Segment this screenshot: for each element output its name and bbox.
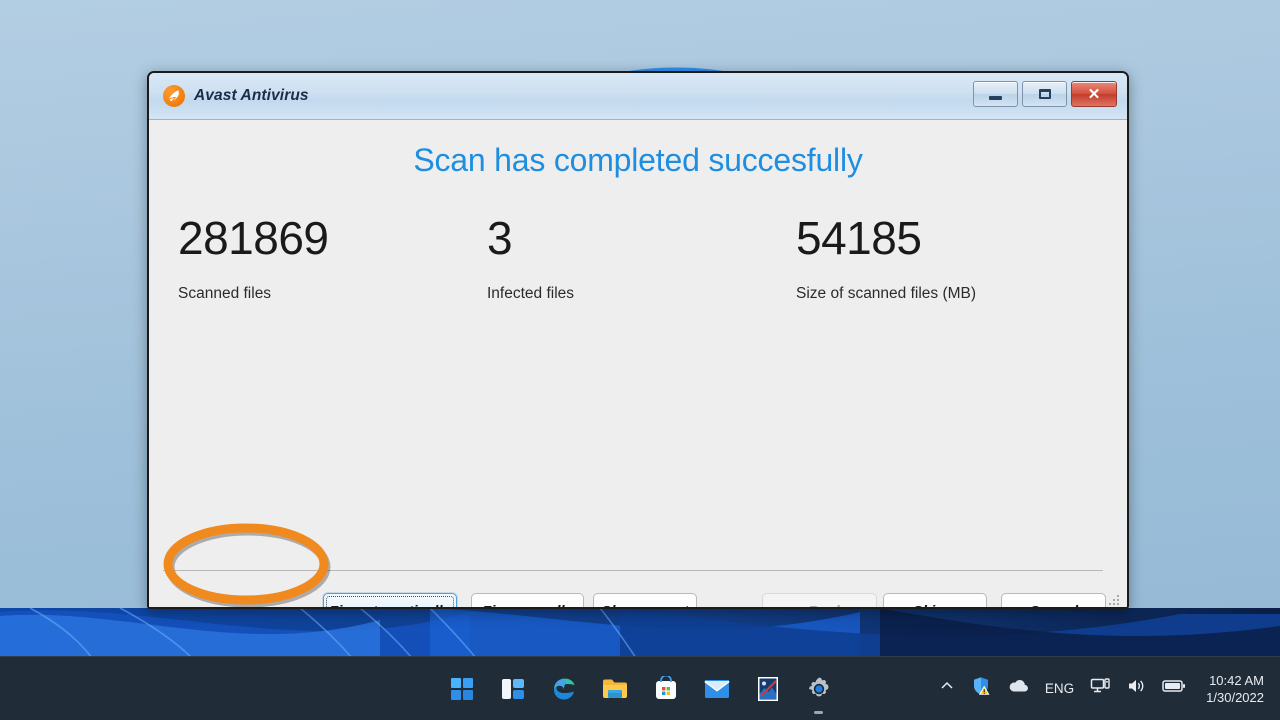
maximize-icon <box>1038 89 1051 99</box>
scan-statistics: 281869 Scanned files 3 Infected files 54… <box>149 215 1127 303</box>
window-controls: ✕ <box>973 81 1117 107</box>
button-label: Skip > <box>913 603 958 608</box>
taskbar-item-settings[interactable] <box>806 676 832 714</box>
focus-ring <box>326 596 454 607</box>
running-indicator <box>814 710 823 714</box>
stat-label: Scanned files <box>178 285 272 302</box>
dialog-content: Scan has completed succesfully 281869 Sc… <box>149 120 1127 608</box>
volume-icon <box>1126 677 1146 700</box>
volume-button[interactable] <box>1118 669 1154 709</box>
stat-label: Size of scanned files (MB) <box>796 285 977 302</box>
close-icon: ✕ <box>1087 85 1101 103</box>
dialog-button-row: Fix automatically Fix manually Show repo… <box>149 593 1127 608</box>
fix-automatically-button[interactable]: Fix automatically <box>323 593 457 607</box>
chevron-up-icon <box>939 678 955 699</box>
minimize-button[interactable] <box>973 81 1018 107</box>
stat-size-scanned: 54185 Size of scanned files (MB) <box>796 215 976 303</box>
dialog-title: Avast Antivirus <box>194 87 309 104</box>
footer-divider <box>163 570 1103 571</box>
settings-icon <box>806 676 832 702</box>
taskbar[interactable]: ENG 10:42 AM 1/30/2022 <box>0 656 1280 720</box>
windows-security-button[interactable] <box>963 669 999 709</box>
button-label: < Back <box>795 603 844 608</box>
mail-icon <box>703 676 730 702</box>
fix-manually-button[interactable]: Fix manually <box>471 593 584 608</box>
close-button[interactable]: ✕ <box>1071 81 1117 107</box>
stat-label: Infected files <box>487 285 575 302</box>
cancel-button[interactable]: Cancel <box>1001 593 1106 608</box>
stat-scanned-files: 281869 Scanned files <box>178 215 487 303</box>
taskbar-item-file-explorer[interactable] <box>602 676 628 702</box>
tray-overflow-button[interactable] <box>931 669 963 709</box>
onedrive-button[interactable] <box>999 669 1037 709</box>
stat-value: 3 <box>487 212 513 264</box>
stat-infected-files: 3 Infected files <box>487 215 796 303</box>
button-label: Cancel <box>1029 603 1078 608</box>
scan-result-heading: Scan has completed succesfully <box>413 142 863 178</box>
taskbar-item-microsoft-store[interactable] <box>653 676 679 702</box>
taskbar-item-start[interactable] <box>449 676 475 702</box>
dialog-titlebar[interactable]: Avast Antivirus ✕ <box>149 73 1127 120</box>
avast-logo-icon <box>163 85 185 107</box>
clock-time: 10:42 AM <box>1209 672 1264 688</box>
battery-button[interactable] <box>1154 669 1194 709</box>
resize-grip-icon[interactable] <box>1109 593 1121 605</box>
skip-button[interactable]: Skip > <box>883 593 987 608</box>
start-icon <box>449 676 475 702</box>
edge-icon <box>551 676 577 702</box>
network-button[interactable] <box>1082 669 1118 709</box>
show-report-button[interactable]: Show report <box>593 593 697 608</box>
language-button[interactable]: ENG <box>1037 669 1082 709</box>
stat-value: 281869 <box>178 212 329 264</box>
microsoft-store-icon <box>653 676 679 702</box>
stat-value: 54185 <box>796 212 922 264</box>
taskbar-item-mail[interactable] <box>703 676 730 702</box>
clock-date: 1/30/2022 <box>1206 689 1264 705</box>
system-tray: ENG 10:42 AM 1/30/2022 <box>931 657 1280 720</box>
button-label: Fix manually <box>482 603 573 608</box>
network-icon <box>1090 677 1110 700</box>
taskbar-item-photos[interactable] <box>755 676 781 702</box>
taskbar-item-widgets[interactable] <box>500 676 526 702</box>
avast-antivirus-dialog[interactable]: Avast Antivirus ✕ Scan has completed suc… <box>147 71 1129 609</box>
photos-icon <box>755 676 781 702</box>
maximize-button[interactable] <box>1022 81 1067 107</box>
minimize-icon <box>989 95 1002 100</box>
file-explorer-icon <box>602 676 628 702</box>
windows-security-warning-icon <box>971 676 991 701</box>
language-label: ENG <box>1044 681 1075 696</box>
battery-icon <box>1162 679 1186 698</box>
widgets-icon <box>500 676 526 702</box>
onedrive-cloud-icon <box>1007 678 1029 699</box>
taskbar-clock[interactable]: 10:42 AM 1/30/2022 <box>1194 672 1270 706</box>
taskbar-item-edge[interactable] <box>551 676 577 702</box>
back-button: < Back <box>762 593 877 608</box>
button-label: Show report <box>601 603 689 608</box>
